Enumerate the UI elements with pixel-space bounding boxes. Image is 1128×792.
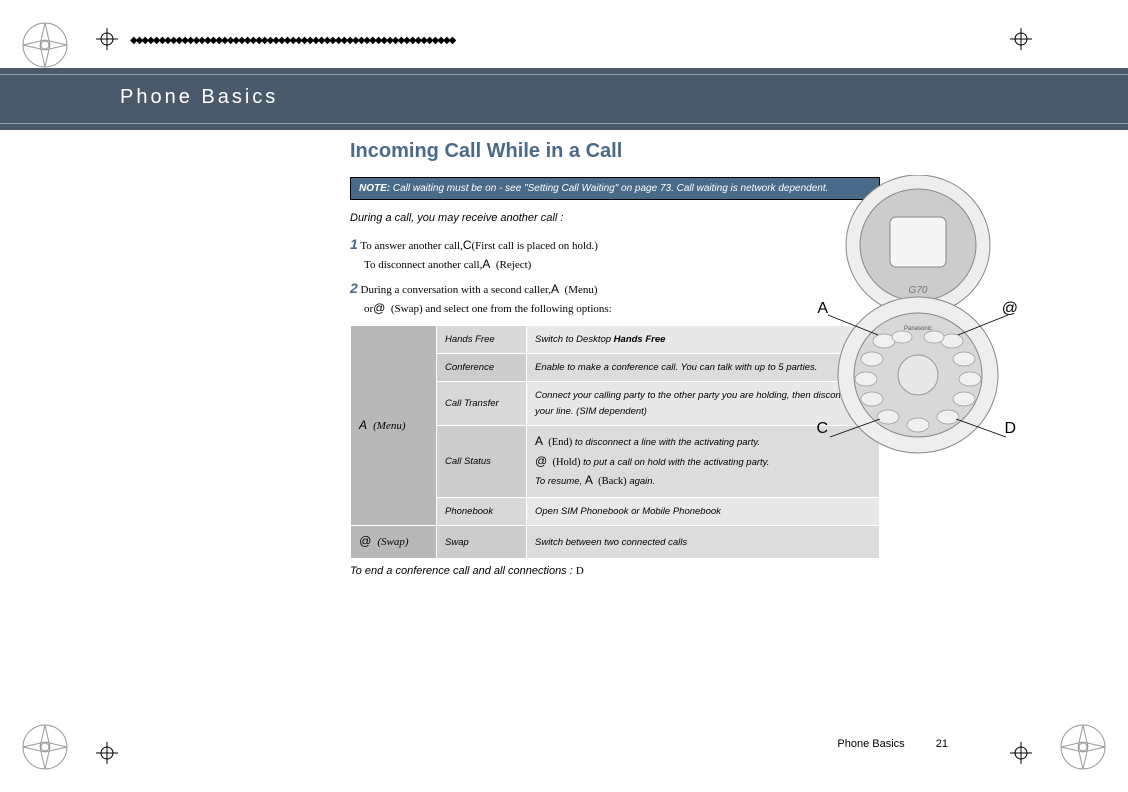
diamond-border-decoration: ◆◆◆◆◆◆◆◆◆◆◆◆◆◆◆◆◆◆◆◆◆◆◆◆◆◆◆◆◆◆◆◆◆◆◆◆◆◆◆◆… (130, 35, 454, 46)
registration-mark-icon (96, 742, 118, 764)
phone-illustration: G70 Panasonic (818, 175, 1018, 455)
option-name: Conference (437, 354, 527, 382)
header-bar: Phone Basics (0, 68, 1128, 130)
options-table: A (Menu) Hands Free Switch to Desktop Ha… (350, 325, 880, 559)
page-number: 21 (936, 738, 948, 750)
option-name: Call Transfer (437, 382, 527, 425)
swap-key-cell: @ (Swap) (351, 526, 437, 559)
table-row: @ (Swap) Swap Switch between two connect… (351, 526, 880, 559)
phone-key-label-D: D (1004, 420, 1016, 438)
svg-text:G70: G70 (909, 285, 928, 296)
footer: Phone Basics 21 (837, 738, 948, 750)
main-content: Incoming Call While in a Call NOTE: Call… (350, 140, 880, 577)
note-box: NOTE: Call waiting must be on - see "Set… (350, 177, 880, 200)
corner-ornament-icon (20, 722, 70, 772)
option-desc: Open SIM Phonebook or Mobile Phonebook (527, 498, 880, 526)
step-number: 1 (350, 236, 358, 252)
corner-ornament-icon (20, 20, 70, 70)
registration-mark-icon (1010, 742, 1032, 764)
registration-mark-icon (1010, 28, 1032, 50)
phone-key-label-C: C (816, 420, 828, 438)
menu-key-cell: A (Menu) (351, 326, 437, 526)
registration-mark-icon (96, 28, 118, 50)
note-text: Call waiting must be on - see "Setting C… (393, 183, 829, 194)
option-name: Call Status (437, 425, 527, 497)
table-row: A (Menu) Hands Free Switch to Desktop Ha… (351, 326, 880, 354)
note-label: NOTE: (359, 183, 390, 194)
step-number: 2 (350, 280, 358, 296)
option-name: Swap (437, 526, 527, 559)
step-1: 1 To answer another call,C(First call is… (350, 234, 880, 274)
option-name: Hands Free (437, 326, 527, 354)
option-name: Phonebook (437, 498, 527, 526)
phone-key-label-at: @ (1002, 300, 1018, 318)
option-desc: Switch between two connected calls (527, 526, 880, 559)
end-line: To end a conference call and all connect… (350, 565, 880, 577)
corner-ornament-icon (1058, 722, 1108, 772)
intro-text: During a call, you may receive another c… (350, 212, 880, 224)
phone-key-label-A: A (817, 300, 828, 318)
step-2: 2 During a conversation with a second ca… (350, 278, 880, 318)
svg-text:Panasonic: Panasonic (904, 326, 932, 332)
footer-section: Phone Basics (837, 738, 904, 750)
section-title: Incoming Call While in a Call (350, 140, 880, 163)
